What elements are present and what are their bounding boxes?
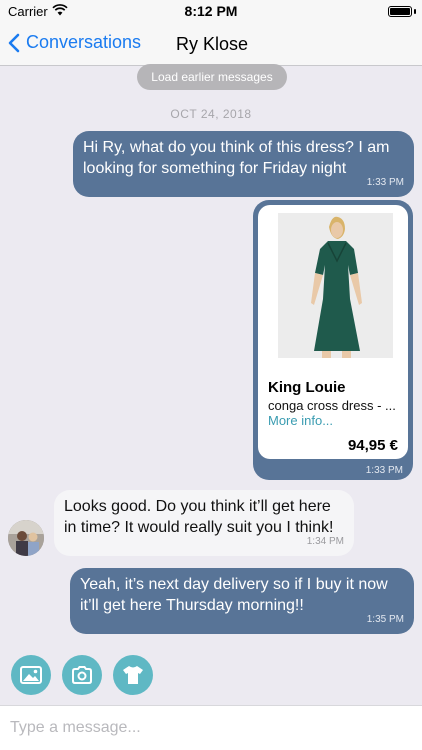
- back-button[interactable]: Conversations: [8, 32, 141, 53]
- message-composer: [0, 705, 422, 750]
- image-icon: [20, 666, 42, 684]
- message-time: 1:33 PM: [365, 465, 403, 476]
- message-time: 1:33 PM: [366, 177, 404, 188]
- product-button[interactable]: [113, 655, 153, 695]
- message-bubble-outgoing[interactable]: Hi Ry, what do you think of this dress? …: [73, 131, 414, 197]
- back-button-label: Conversations: [26, 32, 142, 52]
- message-input[interactable]: [10, 716, 410, 740]
- product-card[interactable]: King Louie conga cross dress - ... More …: [258, 205, 408, 459]
- load-earlier-button[interactable]: Load earlier messages: [137, 64, 287, 90]
- camera-button[interactable]: [62, 655, 102, 695]
- battery-nub: [414, 9, 416, 14]
- conversation-title: Ry Klose: [176, 34, 249, 54]
- camera-icon: [72, 666, 92, 684]
- message-bubble-incoming[interactable]: Looks good. Do you think it’ll get here …: [54, 490, 354, 556]
- more-info-link[interactable]: More info...: [268, 413, 333, 428]
- attachment-bar: [0, 655, 422, 695]
- product-brand: King Louie: [268, 379, 346, 396]
- tshirt-icon: [123, 666, 143, 684]
- product-message-bubble[interactable]: King Louie conga cross dress - ... More …: [253, 200, 413, 480]
- avatar-photo: [8, 520, 44, 556]
- message-time: 1:35 PM: [366, 614, 404, 625]
- chevron-left-icon: [8, 33, 20, 52]
- clock: 8:12 PM: [184, 3, 238, 19]
- product-price: 94,95 €: [347, 437, 398, 454]
- date-separator: OCT 24, 2018: [170, 107, 252, 121]
- avatar[interactable]: [8, 520, 44, 556]
- message-time: 1:34 PM: [306, 536, 344, 547]
- photo-library-button[interactable]: [11, 655, 51, 695]
- message-bubble-outgoing[interactable]: Yeah, it’s next day delivery so if I buy…: [70, 568, 414, 634]
- product-name: conga cross dress - ...: [268, 398, 396, 413]
- battery-icon: [388, 6, 412, 17]
- dress-image: [278, 213, 393, 358]
- message-text: Hi Ry, what do you think of this dress? …: [83, 139, 390, 177]
- status-bar: Carrier 8:12 PM: [0, 0, 422, 24]
- nav-bar: Conversations Ry Klose: [0, 24, 422, 66]
- message-text: Yeah, it’s next day delivery so if I buy…: [80, 576, 388, 614]
